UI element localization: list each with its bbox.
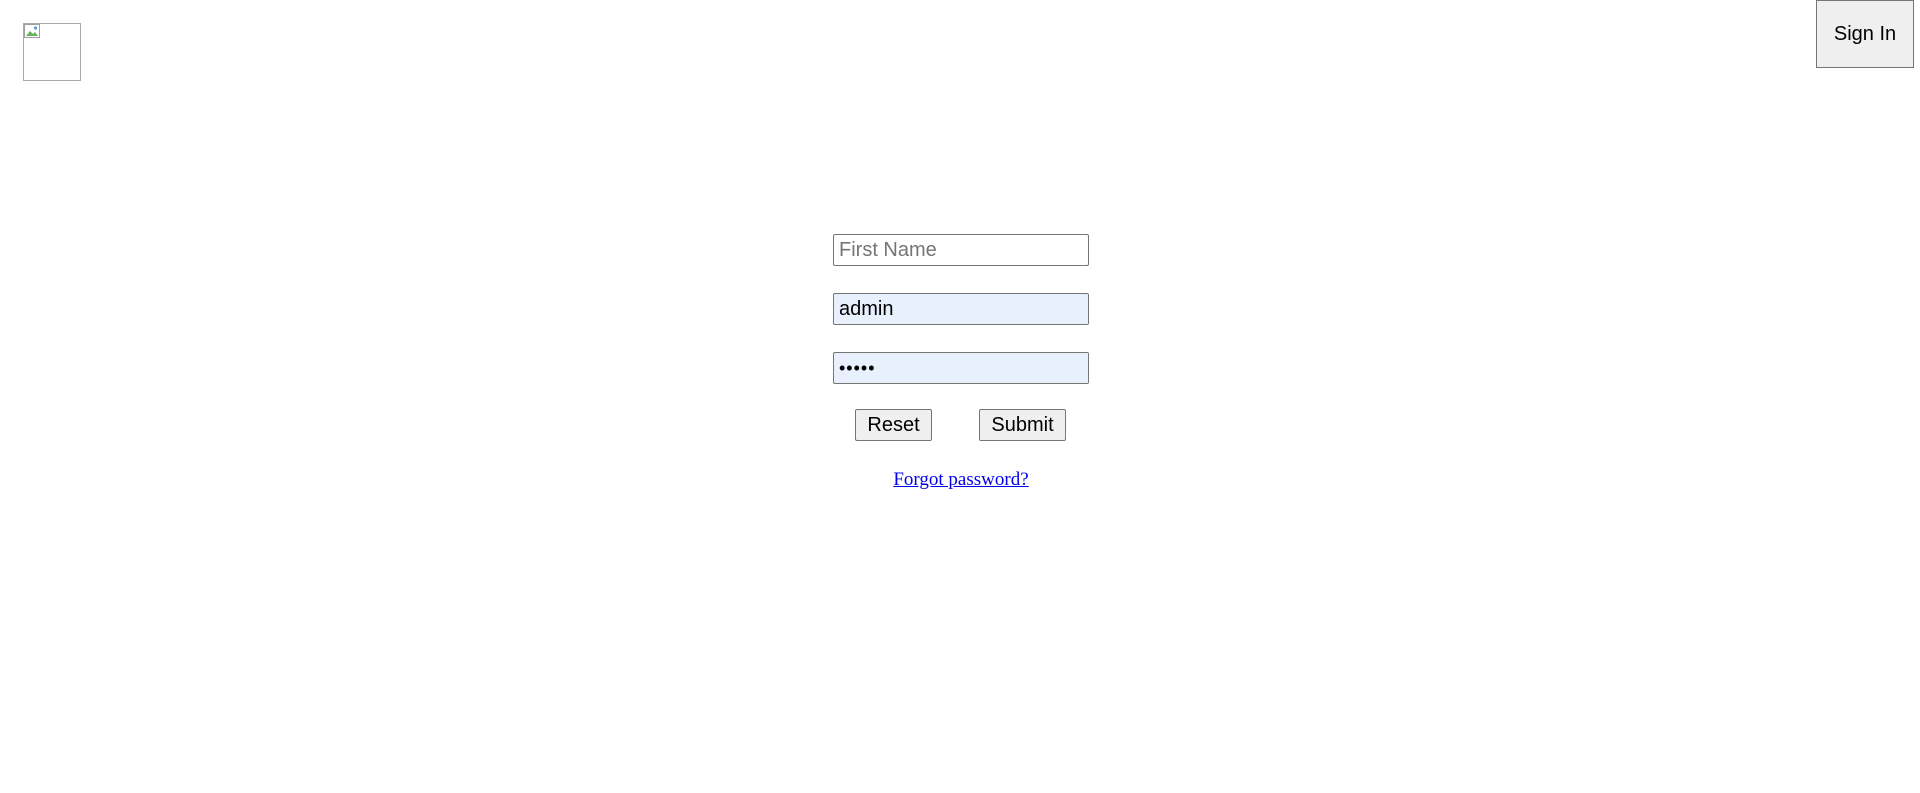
login-page: Sign In Reset Submit Forgot password? [0,0,1920,793]
login-form: Reset Submit Forgot password? [833,234,1089,490]
reset-button[interactable]: Reset [855,409,932,441]
password-input[interactable] [833,352,1089,384]
sign-in-button[interactable]: Sign In [1816,0,1914,68]
form-buttons: Reset Submit [833,409,1089,441]
forgot-password-link[interactable]: Forgot password? [833,469,1089,491]
submit-button[interactable]: Submit [979,409,1066,441]
logo-image [23,23,81,81]
first-name-input[interactable] [833,234,1089,266]
broken-image-icon [24,24,40,38]
username-input[interactable] [833,293,1089,325]
